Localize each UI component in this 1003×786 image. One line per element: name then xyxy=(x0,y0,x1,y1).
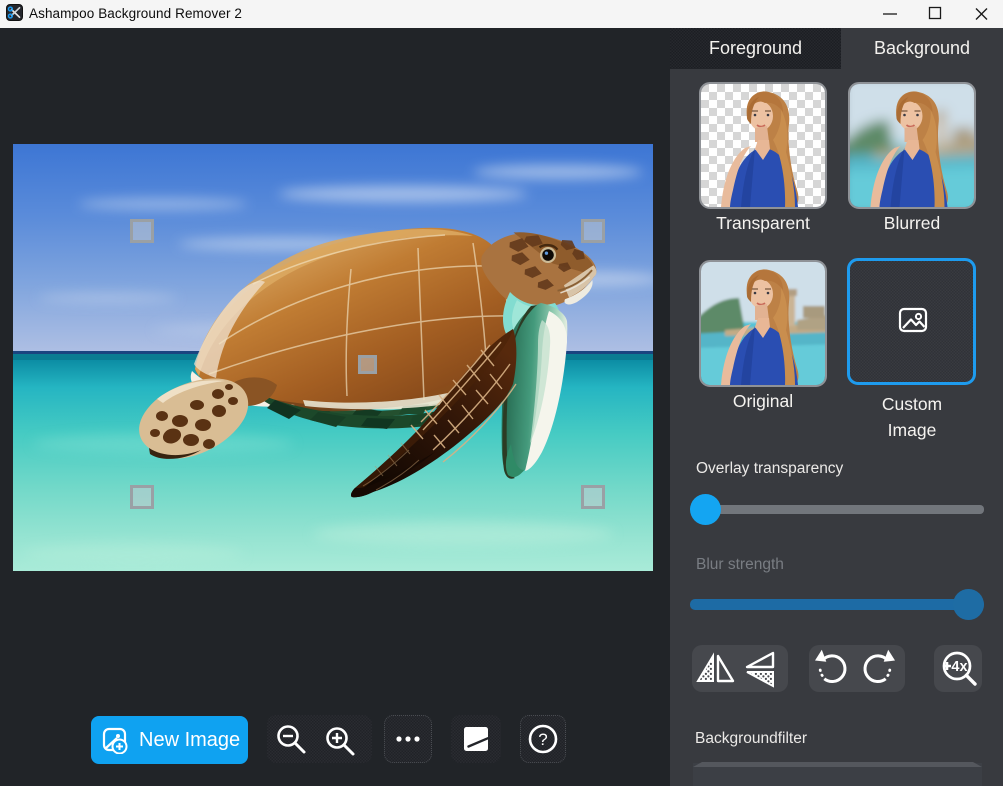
svg-text:?: ? xyxy=(538,730,547,749)
svg-text:4x: 4x xyxy=(951,659,967,675)
